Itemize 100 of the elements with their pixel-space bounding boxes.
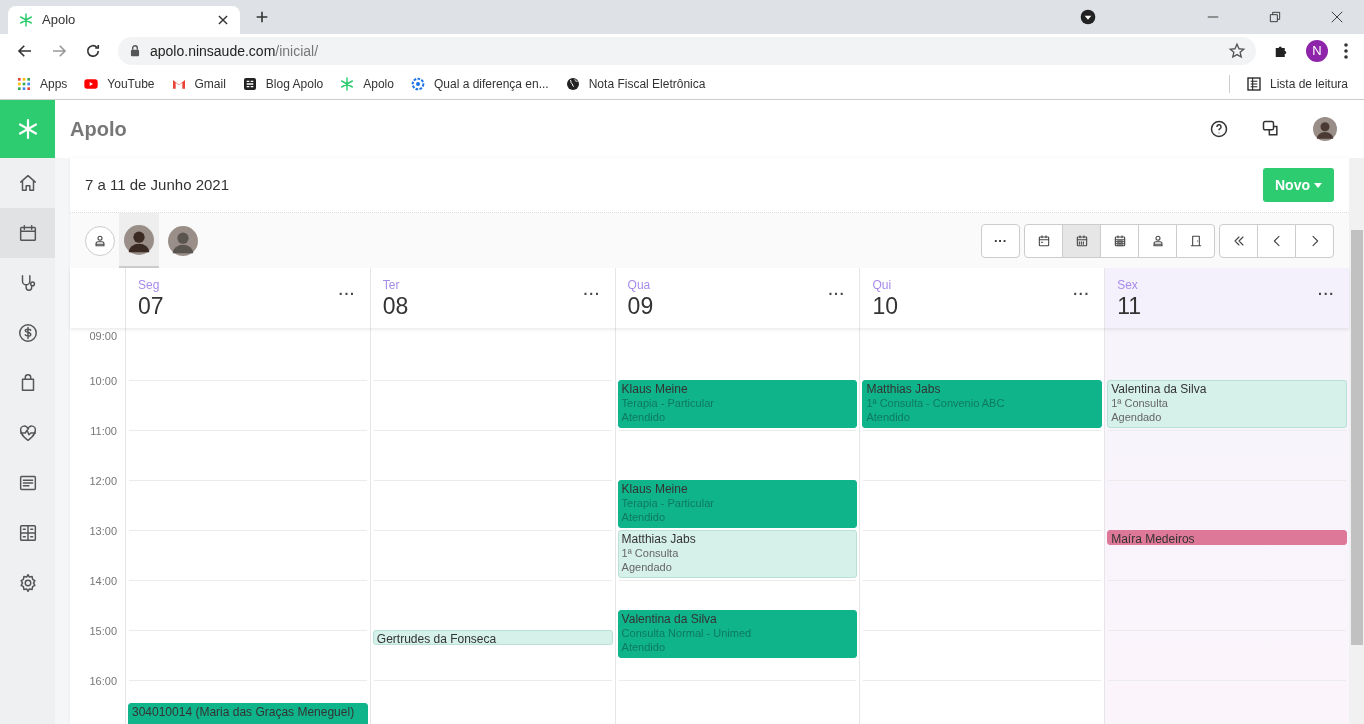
document-icon — [241, 75, 258, 92]
professional-avatar[interactable] — [119, 213, 159, 268]
bookmark-link[interactable]: Blog Apolo — [241, 74, 324, 93]
dollar-icon — [16, 322, 39, 344]
weekday-label: Seg — [138, 278, 160, 292]
day-menu-button[interactable]: ··· — [828, 284, 846, 305]
restore-icon — [1268, 10, 1282, 24]
dropdown-icon — [1080, 9, 1096, 25]
patient-name: Maíra Medeiros — [1111, 532, 1195, 544]
reading-list-icon — [1245, 75, 1262, 92]
reload-icon — [84, 42, 102, 60]
bookmark-link[interactable]: Gmail — [170, 74, 226, 93]
bookmark-link[interactable]: Apps — [16, 74, 68, 93]
patient-name: Valentina da Silva — [621, 612, 717, 626]
appointment-card[interactable]: Valentina da Silva 1ª Consulta Agendado — [1107, 380, 1347, 428]
weekday-label: Qua — [627, 278, 651, 292]
appointment-card[interactable]: Valentina da Silva Consulta Normal - Unimed Atendido — [617, 610, 858, 658]
time-label: 14:00 — [89, 574, 117, 589]
day-number: 11 — [1117, 293, 1142, 319]
more-button[interactable]: ··· — [981, 223, 1020, 258]
avatar — [168, 225, 198, 256]
view-button[interactable] — [1138, 223, 1177, 258]
patient-name: Valentina da Silva — [1111, 382, 1207, 396]
avatar — [124, 224, 154, 255]
sidebar-item[interactable] — [0, 208, 55, 258]
time-label: 11:00 — [90, 424, 117, 439]
lock-icon — [128, 44, 142, 58]
menu-icon — [1344, 43, 1348, 59]
patient-name: 304010014 (Maria das Graças Meneguel) — [132, 705, 355, 720]
view-button[interactable] — [1176, 223, 1215, 258]
address-field[interactable]: apolo.ninsaude.com/inicial/ — [118, 37, 1256, 65]
view-button[interactable] — [1062, 223, 1101, 258]
chat-icon — [1261, 119, 1281, 139]
patient-name: Matthias Jabs — [621, 532, 696, 546]
appointment-detail: Agendado — [1111, 411, 1162, 423]
appointment-detail: 1ª Consulta — [1111, 397, 1168, 409]
patient-name: Matthias Jabs — [866, 382, 941, 396]
professional-filter-button[interactable] — [85, 225, 115, 256]
time-label: 15:00 — [89, 624, 117, 639]
appointment-card[interactable]: Klaus Meine Terapia - Particular Atendido — [617, 380, 858, 428]
appointment-detail: Consulta Normal - Unimed — [621, 627, 752, 639]
forward-arrow-icon — [50, 42, 68, 60]
day-menu-button[interactable]: ··· — [1318, 284, 1335, 305]
caret-icon — [1314, 182, 1322, 188]
patient-name: Klaus Meine — [621, 382, 688, 396]
view-button[interactable] — [1100, 223, 1139, 258]
time-label: 16:00 — [89, 674, 117, 689]
browser-tab[interactable]: Apolo — [8, 6, 240, 34]
day-menu-button[interactable]: ··· — [338, 284, 356, 305]
day-number: 09 — [627, 293, 654, 319]
page-title: 7 a 11 de Junho 2021 — [85, 174, 230, 195]
appointment-detail: 1ª Consulta - Convenio ABC — [866, 397, 1005, 409]
appointment-card[interactable]: Matthias Jabs 1ª Consulta Agendado — [617, 530, 858, 578]
bookmark-star-icon — [1228, 42, 1246, 60]
scrollbar[interactable] — [1350, 158, 1364, 724]
day-number: 07 — [138, 293, 164, 319]
asterisk-logo-icon — [18, 12, 34, 28]
profile-avatar[interactable]: N — [1306, 40, 1328, 62]
view-button[interactable] — [1024, 223, 1063, 258]
globe-icon — [564, 75, 581, 92]
reading-list-link[interactable]: Lista de leitura — [1245, 74, 1348, 93]
time-label: 12:00 — [89, 474, 117, 489]
appointment-detail: 1ª Consulta — [621, 547, 679, 559]
bookmark-link[interactable]: Apolo — [339, 74, 394, 93]
appointment-detail: Agendado — [621, 561, 672, 573]
new-tab-icon — [254, 9, 270, 25]
bookmark-link[interactable]: YouTube — [83, 74, 155, 93]
appointment-card[interactable]: Klaus Meine Terapia - Particular Atendido — [617, 480, 858, 528]
appointment-card[interactable]: Matthias Jabs 1ª Consulta - Convenio ABC Atendido — [862, 380, 1103, 428]
patient-name: Gertrudes da Fonseca — [376, 632, 497, 644]
bookmark-link[interactable]: Qual a diferença en... — [409, 74, 549, 93]
appointment-card[interactable]: Gertrudes da Fonseca — [372, 630, 613, 645]
close-icon — [1330, 10, 1344, 24]
day-number: 08 — [382, 293, 409, 319]
asterisk-logo-icon — [339, 75, 356, 92]
time-label: 10:00 — [89, 374, 117, 389]
weekday-label: Ter — [382, 278, 400, 292]
close-icon — [216, 13, 230, 27]
time-label: 09:00 — [89, 329, 117, 344]
tab-title: Apolo — [42, 11, 77, 30]
time-label: 13:00 — [89, 524, 117, 539]
appointment-detail: Terapia - Particular — [621, 497, 714, 509]
appointment-detail: Atendido — [866, 411, 910, 423]
back-arrow-icon — [16, 42, 34, 60]
day-menu-button[interactable]: ··· — [583, 284, 601, 305]
appointment-card[interactable]: Maíra Medeiros — [1107, 530, 1347, 545]
appointment-card[interactable]: 304010014 (Maria das Graças Meneguel) — [128, 703, 368, 724]
weekday-label: Qui — [872, 278, 892, 292]
avatar — [1313, 117, 1337, 141]
day-menu-button[interactable]: ··· — [1073, 284, 1091, 305]
gear-icon — [409, 75, 426, 92]
bookmark-link[interactable]: Nota Fiscal Eletrônica — [564, 74, 706, 93]
appointment-detail: Atendido — [621, 641, 666, 653]
patient-name: Klaus Meine — [621, 482, 688, 496]
help-icon — [1209, 119, 1229, 139]
appointment-detail: Terapia - Particular — [621, 397, 714, 409]
appointment-detail: Atendido — [621, 511, 666, 523]
day-number: 10 — [872, 293, 898, 319]
app-title: Apolo — [70, 117, 127, 142]
apps-grid-icon — [16, 75, 32, 92]
